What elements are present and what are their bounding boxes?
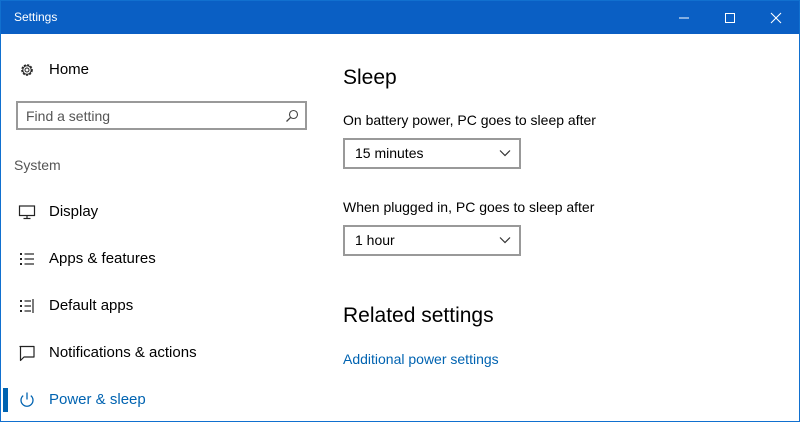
- sidebar-item-power-sleep[interactable]: Power & sleep: [1, 380, 321, 420]
- chevron-down-icon: [499, 150, 511, 157]
- monitor-icon: [18, 205, 36, 220]
- minimize-button[interactable]: [661, 1, 707, 34]
- sleep-heading: Sleep: [343, 66, 397, 89]
- maximize-icon: [725, 13, 735, 23]
- sidebar-item-label: Display: [49, 203, 99, 220]
- chevron-down-icon: [499, 237, 511, 244]
- close-icon: [770, 12, 782, 24]
- window-title: Settings: [14, 10, 58, 24]
- sidebar-item-apps-features[interactable]: Apps & features: [1, 239, 321, 279]
- sidebar-item-notifications[interactable]: Notifications & actions: [1, 333, 321, 373]
- minimize-icon: [679, 17, 689, 19]
- sidebar-item-label: Notifications & actions: [49, 344, 197, 361]
- sidebar-item-display[interactable]: Display: [1, 192, 321, 232]
- power-icon: [20, 392, 34, 407]
- related-settings-heading: Related settings: [343, 304, 494, 327]
- close-button[interactable]: [753, 1, 799, 34]
- active-indicator: [3, 388, 8, 412]
- battery-sleep-label: On battery power, PC goes to sleep after: [343, 112, 596, 128]
- settings-window: Settings Home Find a setting System Disp…: [0, 0, 800, 422]
- plugged-sleep-dropdown[interactable]: 1 hour: [343, 225, 521, 256]
- search-box[interactable]: [16, 101, 307, 130]
- sidebar-item-label: Apps & features: [49, 250, 156, 267]
- search-input[interactable]: [26, 107, 276, 125]
- battery-sleep-dropdown[interactable]: 15 minutes: [343, 138, 521, 169]
- maximize-button[interactable]: [707, 1, 753, 34]
- additional-power-settings-link[interactable]: Additional power settings: [343, 351, 499, 367]
- section-label-system: System: [14, 157, 61, 173]
- default-apps-icon: [20, 299, 34, 313]
- sidebar-item-label: Power & sleep: [49, 391, 146, 408]
- apps-list-icon: [20, 253, 34, 265]
- notification-icon: [19, 345, 35, 362]
- sidebar-item-label: Default apps: [49, 297, 134, 314]
- title-bar[interactable]: Settings: [1, 1, 799, 34]
- sidebar: Home System Display: [1, 34, 321, 422]
- sidebar-item-default-apps[interactable]: Default apps: [1, 286, 321, 326]
- gear-icon: [21, 64, 33, 76]
- plugged-sleep-label: When plugged in, PC goes to sleep after: [343, 199, 595, 215]
- main-content: Sleep On battery power, PC goes to sleep…: [321, 34, 799, 422]
- nav-home-label: Home: [49, 61, 90, 78]
- search-icon[interactable]: [285, 109, 299, 123]
- plugged-sleep-value: 1 hour: [355, 232, 395, 248]
- nav-home[interactable]: Home: [1, 56, 321, 84]
- battery-sleep-value: 15 minutes: [355, 145, 424, 161]
